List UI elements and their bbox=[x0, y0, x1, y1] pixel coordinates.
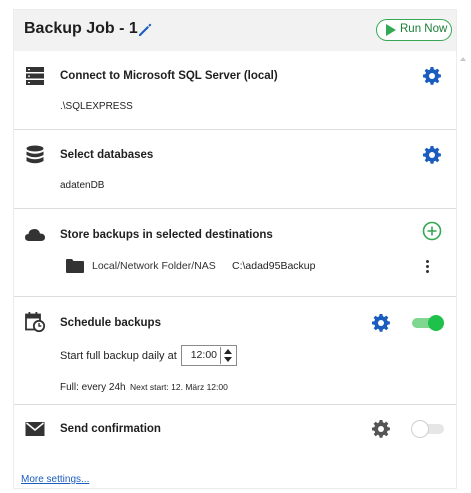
job-title: Backup Job - 1 bbox=[24, 20, 138, 37]
calendar-clock-icon bbox=[25, 312, 46, 333]
schedule-section: Schedule backups Start full backup daily… bbox=[14, 297, 456, 405]
scrollbar[interactable] bbox=[458, 51, 468, 488]
cloud-icon bbox=[25, 229, 45, 241]
server-instance: .\SQLEXPRESS bbox=[60, 101, 133, 112]
stepper-down-icon[interactable] bbox=[224, 357, 232, 362]
start-time-value: 12:00 bbox=[190, 349, 217, 361]
confirmation-section: Send confirmation bbox=[14, 405, 456, 455]
confirmation-title: Send confirmation bbox=[60, 423, 161, 435]
gear-icon[interactable] bbox=[371, 313, 391, 333]
schedule-title: Schedule backups bbox=[60, 317, 161, 329]
stepper-up-icon[interactable] bbox=[224, 349, 232, 354]
play-icon bbox=[386, 24, 396, 36]
start-time-input[interactable]: 12:00 bbox=[181, 345, 237, 366]
databases-section: Select databases adatenDB bbox=[14, 130, 456, 209]
databases-title: Select databases bbox=[60, 149, 154, 161]
scroll-up-icon[interactable] bbox=[460, 57, 466, 61]
more-settings-link[interactable]: More settings... bbox=[21, 474, 89, 485]
job-header: Backup Job - 1 Run Now bbox=[14, 10, 456, 51]
run-now-button[interactable]: Run Now bbox=[376, 19, 452, 41]
add-destination-icon[interactable] bbox=[421, 220, 443, 242]
connect-title: Connect to Microsoft SQL Server (local) bbox=[60, 70, 278, 82]
destination-path: C:\adad95Backup bbox=[232, 260, 316, 272]
confirmation-toggle[interactable] bbox=[412, 421, 444, 437]
gear-icon[interactable] bbox=[422, 66, 442, 86]
gear-icon[interactable] bbox=[371, 419, 391, 439]
backup-job-panel: Backup Job - 1 Run Now Connect to Micros… bbox=[14, 10, 466, 488]
database-icon bbox=[26, 145, 44, 164]
next-start: Next start: 12. März 12:00 bbox=[130, 382, 228, 392]
start-time-label: Start full backup daily at bbox=[60, 350, 177, 362]
selected-database: adatenDB bbox=[60, 180, 105, 191]
connect-section: Connect to Microsoft SQL Server (local) … bbox=[14, 51, 456, 130]
time-stepper[interactable] bbox=[220, 347, 235, 364]
destination-type: Local/Network Folder/NAS bbox=[92, 260, 216, 272]
gear-icon[interactable] bbox=[422, 145, 442, 165]
more-options-icon[interactable] bbox=[421, 258, 435, 274]
folder-icon bbox=[66, 259, 84, 273]
schedule-summary: Full: every 24h Next start: 12. März 12:… bbox=[60, 377, 228, 395]
schedule-toggle[interactable] bbox=[412, 315, 444, 331]
server-icon bbox=[26, 67, 44, 85]
destinations-section: Store backups in selected destinations L… bbox=[14, 209, 456, 297]
destinations-title: Store backups in selected destinations bbox=[60, 229, 273, 241]
full-interval: Full: every 24h bbox=[60, 382, 126, 393]
envelope-icon bbox=[25, 422, 45, 436]
pencil-icon[interactable] bbox=[136, 21, 154, 39]
run-now-label: Run Now bbox=[400, 23, 448, 35]
